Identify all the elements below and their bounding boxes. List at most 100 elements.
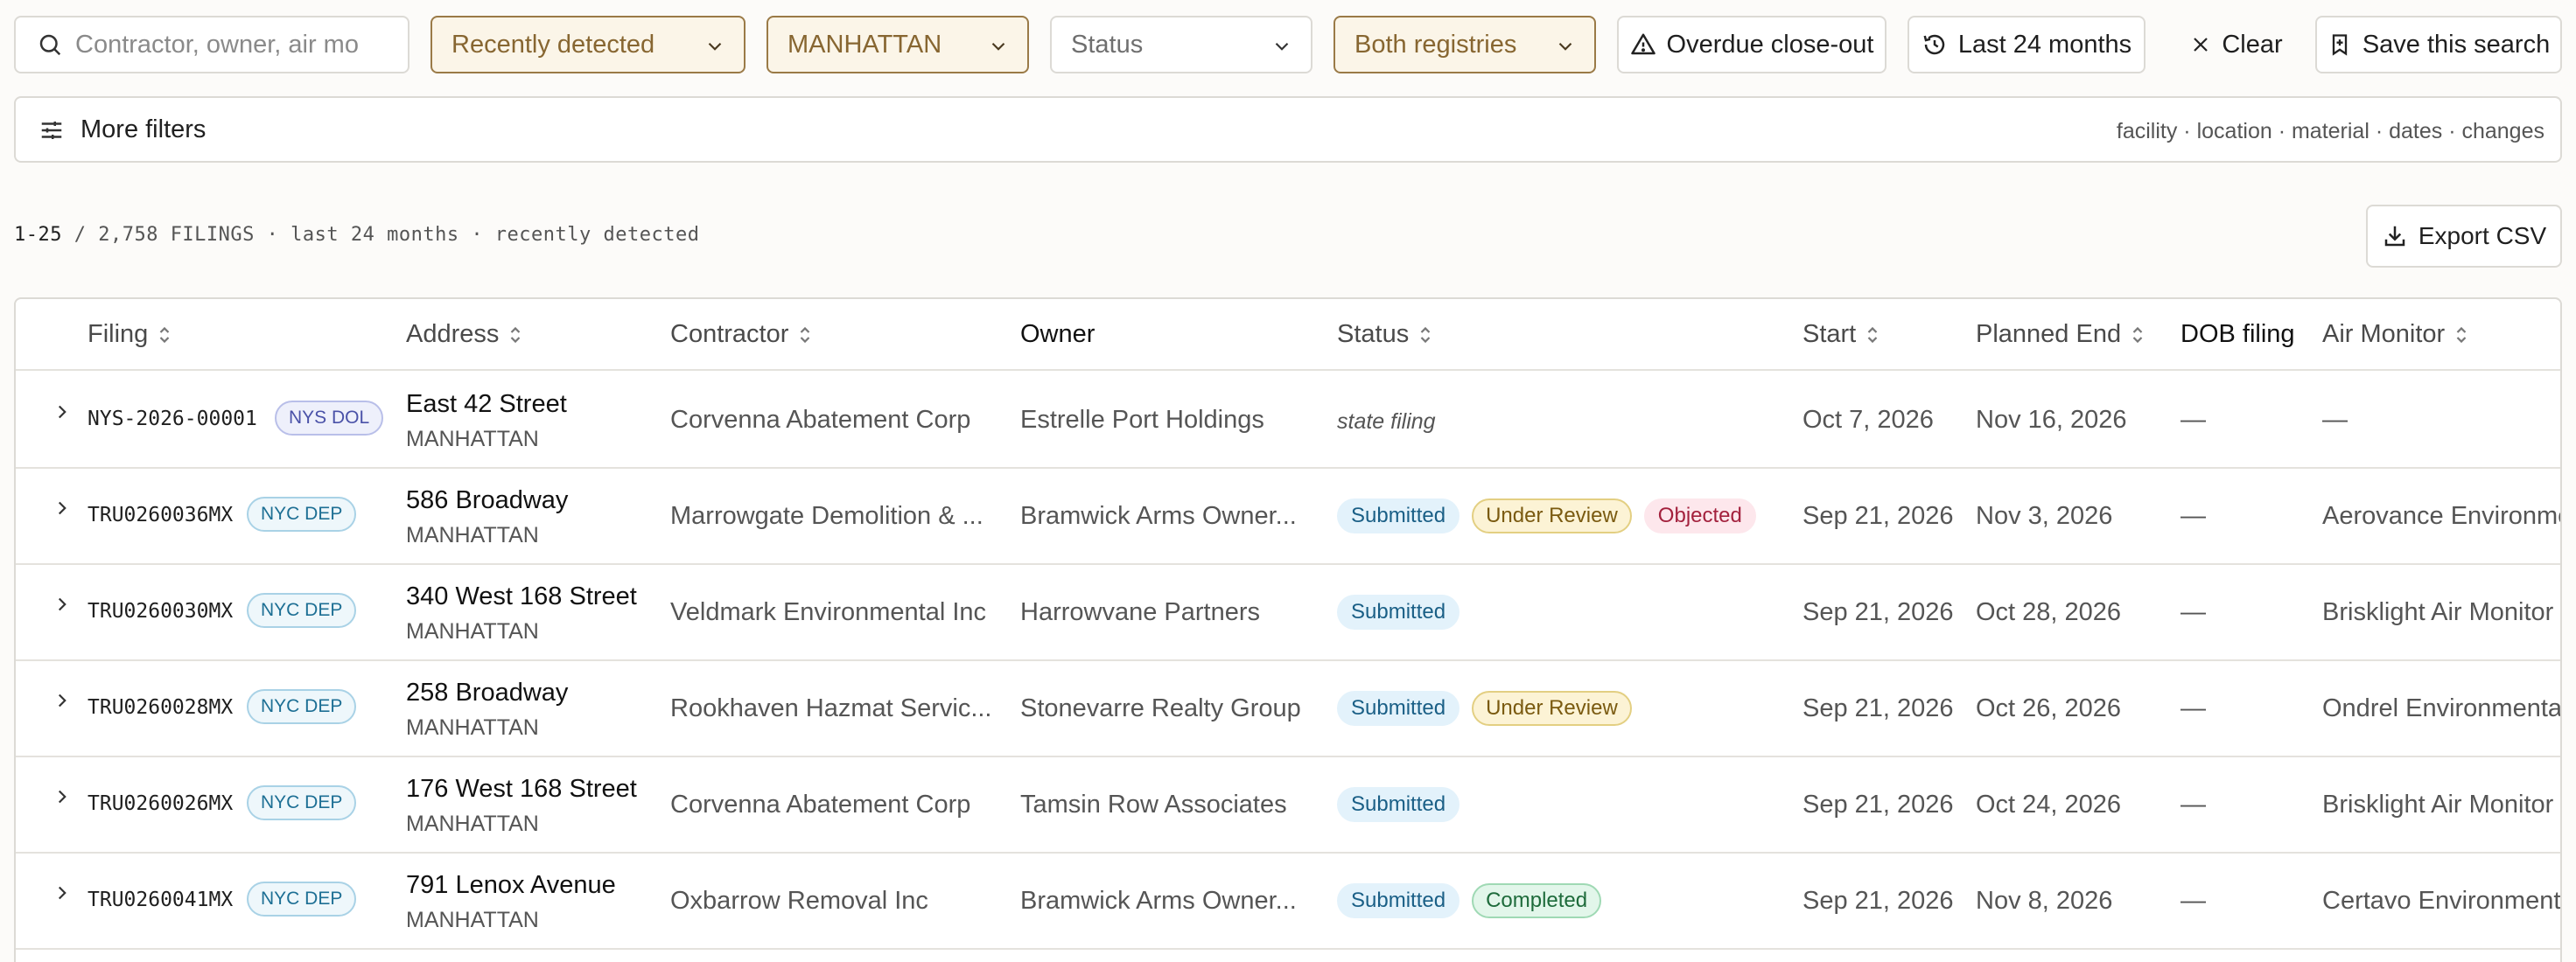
dob-filing-cell: —: [2180, 502, 2206, 530]
bookmark-plus-icon: [2332, 34, 2347, 56]
more-filters-hint: facility · location · material · dates ·…: [2116, 119, 2544, 143]
status-select[interactable]: Status: [1050, 16, 1312, 73]
table-row[interactable]: TRU0260030MX NYC DEP 340 West 168 Street MA…: [16, 565, 2560, 661]
contractor-cell: Corvenna Abatement Corp: [670, 791, 971, 819]
column-header-address[interactable]: Address: [406, 320, 523, 349]
owner-cell: Bramwick Arms Owner...: [1020, 502, 1297, 530]
start-date-cell: Sep 21, 2026: [1802, 502, 1954, 530]
column-header-contractor-label: Contractor: [670, 320, 789, 348]
address-borough: MANHATTAN: [406, 812, 539, 836]
column-header-status[interactable]: Status: [1337, 320, 1433, 349]
column-header-planned-end[interactable]: Planned End: [1976, 320, 2146, 349]
chevron-right-icon[interactable]: [51, 689, 74, 712]
period-button[interactable]: Last 24 months: [1908, 16, 2146, 73]
save-search-label: Save this search: [2362, 30, 2551, 59]
status-badge: Submitted: [1337, 498, 1460, 533]
dob-filing-cell: —: [2180, 598, 2206, 626]
status-badge: Submitted: [1337, 883, 1460, 918]
address-borough: MANHATTAN: [406, 715, 539, 740]
search-box[interactable]: [14, 16, 410, 73]
dob-filing-cell: —: [2180, 694, 2206, 722]
period-label: Last 24 months: [1957, 30, 2132, 59]
start-date-cell: Sep 21, 2026: [1802, 598, 1954, 626]
search-icon: [39, 34, 61, 56]
sort-select[interactable]: Recently detected: [430, 16, 746, 73]
registry-badge: NYC DEP: [247, 593, 357, 628]
more-filters-bar[interactable]: More filters facility · location · mater…: [14, 96, 2562, 163]
column-header-dob-filing-label: DOB filing: [2180, 320, 2295, 348]
search-input[interactable]: [75, 30, 373, 59]
status-state-filing: state filing: [1337, 409, 1436, 434]
registry-badge: NYC DEP: [247, 497, 357, 532]
column-header-owner: Owner: [1020, 320, 1095, 349]
owner-cell: Stonevarre Realty Group: [1020, 694, 1301, 722]
chevron-down-icon: [1558, 42, 1572, 51]
air-monitor-cell: Ondrel Environmenta: [2322, 694, 2562, 722]
sort-icon: [2456, 326, 2467, 343]
close-icon: [2194, 38, 2208, 52]
status-badge: Submitted: [1337, 595, 1460, 630]
table-row[interactable]: TRU0260036MX NYC DEP 586 Broadway MANHATTAN…: [16, 469, 2560, 565]
column-header-owner-label: Owner: [1020, 320, 1096, 348]
planned-end-cell: Oct 26, 2026: [1976, 694, 2122, 722]
column-header-start[interactable]: Start: [1802, 320, 1880, 349]
column-header-air-monitor-label: Air Monitor: [2322, 320, 2446, 348]
status-badges: Submitted Completed: [1337, 883, 1602, 918]
owner-cell: Harrowvane Partners: [1020, 598, 1260, 626]
chevron-right-icon[interactable]: [51, 785, 74, 808]
overdue-closeout-button[interactable]: Overdue close-out: [1617, 16, 1886, 73]
address-street: 176 West 168 Street: [406, 775, 637, 803]
chevron-right-icon[interactable]: [51, 497, 74, 519]
filing-id[interactable]: TRU0260028MX: [88, 696, 233, 719]
download-icon: [2384, 226, 2405, 247]
registry-select[interactable]: Both registries: [1334, 16, 1596, 73]
column-header-air-monitor[interactable]: Air Monitor: [2322, 320, 2469, 349]
filings-table: Filing Address Contractor Owner Status S…: [14, 297, 2562, 962]
column-header-address-label: Address: [406, 320, 500, 348]
filing-id[interactable]: TRU0260030MX: [88, 600, 233, 623]
table-row[interactable]: TRU0260026MX NYC DEP 176 West 168 Street MA…: [16, 757, 2560, 854]
filing-id[interactable]: TRU0260036MX: [88, 504, 233, 526]
status-badge: Under Review: [1472, 691, 1632, 726]
column-header-filing[interactable]: Filing: [88, 320, 172, 349]
contractor-cell: Corvenna Abatement Corp: [670, 406, 971, 434]
contractor-cell: Veldmark Environmental Inc: [670, 598, 987, 626]
sort-icon: [1867, 326, 1878, 343]
planned-end-cell: Oct 28, 2026: [1976, 598, 2122, 626]
result-range: 1-25: [14, 224, 62, 246]
air-monitor-cell: Brisklight Air Monitor: [2322, 791, 2554, 819]
chevron-down-icon: [991, 42, 1005, 51]
column-header-contractor[interactable]: Contractor: [670, 320, 813, 349]
address-street: 791 Lenox Avenue: [406, 871, 616, 899]
sort-select-value: Recently detected: [452, 30, 655, 59]
column-header-dob-filing: DOB filing: [2180, 320, 2295, 349]
registry-badge: NYC DEP: [247, 785, 357, 820]
chevron-right-icon[interactable]: [51, 593, 74, 616]
sort-icon: [511, 326, 521, 343]
planned-end-cell: Nov 16, 2026: [1976, 406, 2127, 434]
status-badges: Submitted Under Review: [1337, 691, 1632, 726]
planned-end-cell: Nov 8, 2026: [1976, 887, 2113, 915]
filing-id[interactable]: TRU0260041MX: [88, 889, 233, 911]
contractor-cell: Rookhaven Hazmat Servic...: [670, 694, 992, 722]
filing-id[interactable]: NYS-2026-00001: [88, 408, 257, 430]
clear-button[interactable]: Clear: [2166, 16, 2306, 73]
save-search-button[interactable]: Save this search: [2315, 16, 2562, 73]
start-date-cell: Sep 21, 2026: [1802, 694, 1954, 722]
address-street: 340 West 168 Street: [406, 582, 637, 610]
borough-select-value: MANHATTAN: [788, 30, 942, 59]
status-badges: Submitted: [1337, 787, 1460, 822]
clear-label: Clear: [2222, 30, 2283, 59]
filing-id[interactable]: TRU0260026MX: [88, 792, 233, 815]
air-monitor-cell: —: [2322, 406, 2348, 434]
borough-select[interactable]: MANHATTAN: [766, 16, 1029, 73]
owner-cell: Bramwick Arms Owner...: [1020, 887, 1297, 915]
table-row[interactable]: TRU0260028MX NYC DEP 258 Broadway MANHATTAN…: [16, 661, 2560, 757]
export-csv-button[interactable]: Export CSV: [2366, 205, 2562, 268]
dob-filing-cell: —: [2180, 406, 2206, 434]
status-badge: Submitted: [1337, 787, 1460, 822]
table-row[interactable]: TRU0260041MX NYC DEP 791 Lenox Avenue MANHA…: [16, 854, 2560, 950]
chevron-right-icon[interactable]: [51, 401, 74, 423]
chevron-right-icon[interactable]: [51, 882, 74, 904]
table-row[interactable]: NYS-2026-00001 NYS DOL East 42 Street MANHA…: [16, 373, 2560, 469]
